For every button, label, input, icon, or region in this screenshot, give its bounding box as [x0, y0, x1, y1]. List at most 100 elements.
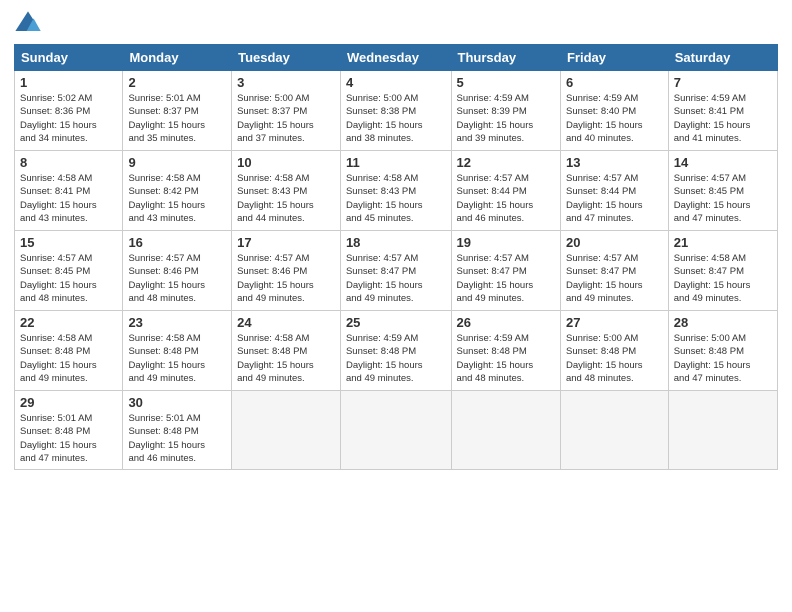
day-info: Sunrise: 4:58 AM Sunset: 8:48 PM Dayligh… [20, 332, 117, 385]
day-info: Sunrise: 4:58 AM Sunset: 8:43 PM Dayligh… [237, 172, 335, 225]
day-info: Sunrise: 4:57 AM Sunset: 8:47 PM Dayligh… [457, 252, 555, 305]
day-header-friday: Friday [560, 45, 668, 71]
day-info: Sunrise: 4:58 AM Sunset: 8:42 PM Dayligh… [128, 172, 226, 225]
day-header-tuesday: Tuesday [232, 45, 341, 71]
calendar-cell: 7 Sunrise: 4:59 AM Sunset: 8:41 PM Daylig… [668, 71, 777, 151]
day-number: 13 [566, 155, 663, 170]
day-info: Sunrise: 5:01 AM Sunset: 8:37 PM Dayligh… [128, 92, 226, 145]
calendar-cell: 15 Sunrise: 4:57 AM Sunset: 8:45 PM Dayli… [15, 231, 123, 311]
page-header [14, 10, 778, 38]
day-number: 8 [20, 155, 117, 170]
day-number: 6 [566, 75, 663, 90]
day-info: Sunrise: 4:58 AM Sunset: 8:48 PM Dayligh… [237, 332, 335, 385]
day-header-thursday: Thursday [451, 45, 560, 71]
day-info: Sunrise: 4:57 AM Sunset: 8:44 PM Dayligh… [457, 172, 555, 225]
day-info: Sunrise: 4:59 AM Sunset: 8:48 PM Dayligh… [457, 332, 555, 385]
logo-icon [14, 10, 42, 38]
day-number: 27 [566, 315, 663, 330]
calendar-cell: 19 Sunrise: 4:57 AM Sunset: 8:47 PM Dayli… [451, 231, 560, 311]
day-header-wednesday: Wednesday [340, 45, 451, 71]
calendar-cell: 10Sunrise: 4:58 AM Sunset: 8:43 PM Dayli… [232, 151, 341, 231]
day-info: Sunrise: 4:58 AM Sunset: 8:43 PM Dayligh… [346, 172, 446, 225]
day-info: Sunrise: 4:57 AM Sunset: 8:44 PM Dayligh… [566, 172, 663, 225]
day-info: Sunrise: 5:01 AM Sunset: 8:48 PM Dayligh… [20, 412, 117, 465]
calendar-cell: 9 Sunrise: 4:58 AM Sunset: 8:42 PM Daylig… [123, 151, 232, 231]
day-number: 3 [237, 75, 335, 90]
calendar-cell: 22 Sunrise: 4:58 AM Sunset: 8:48 PM Dayli… [15, 311, 123, 391]
calendar-cell: 18 Sunrise: 4:57 AM Sunset: 8:47 PM Dayli… [340, 231, 451, 311]
day-number: 12 [457, 155, 555, 170]
calendar-cell [232, 391, 341, 470]
day-number: 9 [128, 155, 226, 170]
day-number: 4 [346, 75, 446, 90]
day-info: Sunrise: 4:58 AM Sunset: 8:48 PM Dayligh… [128, 332, 226, 385]
day-number: 21 [674, 235, 772, 250]
calendar-cell [451, 391, 560, 470]
calendar-cell: 30 Sunrise: 5:01 AM Sunset: 8:48 PM Dayli… [123, 391, 232, 470]
day-info: Sunrise: 5:01 AM Sunset: 8:48 PM Dayligh… [128, 412, 226, 465]
calendar-cell: 21 Sunrise: 4:58 AM Sunset: 8:47 PM Dayli… [668, 231, 777, 311]
calendar-cell: 24 Sunrise: 4:58 AM Sunset: 8:48 PM Dayli… [232, 311, 341, 391]
calendar-cell: 26 Sunrise: 4:59 AM Sunset: 8:48 PM Dayli… [451, 311, 560, 391]
day-number: 15 [20, 235, 117, 250]
calendar-cell: 12 Sunrise: 4:57 AM Sunset: 8:44 PM Dayli… [451, 151, 560, 231]
logo [14, 10, 46, 38]
calendar-cell: 27 Sunrise: 5:00 AM Sunset: 8:48 PM Dayli… [560, 311, 668, 391]
calendar-cell: 16 Sunrise: 4:57 AM Sunset: 8:46 PM Dayli… [123, 231, 232, 311]
day-number: 14 [674, 155, 772, 170]
calendar-cell: 1 Sunrise: 5:02 AM Sunset: 8:36 PM Daylig… [15, 71, 123, 151]
day-number: 29 [20, 395, 117, 410]
day-info: Sunrise: 4:59 AM Sunset: 8:41 PM Dayligh… [674, 92, 772, 145]
calendar-cell: 2Sunrise: 5:01 AM Sunset: 8:37 PM Daylig… [123, 71, 232, 151]
calendar-cell: 14 Sunrise: 4:57 AM Sunset: 8:45 PM Dayli… [668, 151, 777, 231]
day-number: 11 [346, 155, 446, 170]
day-info: Sunrise: 4:57 AM Sunset: 8:47 PM Dayligh… [346, 252, 446, 305]
calendar-cell [560, 391, 668, 470]
calendar-cell: 28 Sunrise: 5:00 AM Sunset: 8:48 PM Dayli… [668, 311, 777, 391]
day-info: Sunrise: 4:59 AM Sunset: 8:39 PM Dayligh… [457, 92, 555, 145]
day-number: 19 [457, 235, 555, 250]
calendar-cell: 25 Sunrise: 4:59 AM Sunset: 8:48 PM Dayli… [340, 311, 451, 391]
day-info: Sunrise: 4:59 AM Sunset: 8:40 PM Dayligh… [566, 92, 663, 145]
day-number: 5 [457, 75, 555, 90]
calendar-cell: 13 Sunrise: 4:57 AM Sunset: 8:44 PM Dayli… [560, 151, 668, 231]
day-number: 24 [237, 315, 335, 330]
day-number: 30 [128, 395, 226, 410]
calendar-cell: 17 Sunrise: 4:57 AM Sunset: 8:46 PM Dayli… [232, 231, 341, 311]
day-number: 23 [128, 315, 226, 330]
day-info: Sunrise: 4:58 AM Sunset: 8:41 PM Dayligh… [20, 172, 117, 225]
calendar-cell: 23 Sunrise: 4:58 AM Sunset: 8:48 PM Dayli… [123, 311, 232, 391]
day-header-monday: Monday [123, 45, 232, 71]
day-header-saturday: Saturday [668, 45, 777, 71]
day-info: Sunrise: 4:57 AM Sunset: 8:46 PM Dayligh… [237, 252, 335, 305]
day-number: 17 [237, 235, 335, 250]
calendar-cell: 3 Sunrise: 5:00 AM Sunset: 8:37 PM Daylig… [232, 71, 341, 151]
day-info: Sunrise: 5:00 AM Sunset: 8:37 PM Dayligh… [237, 92, 335, 145]
day-number: 18 [346, 235, 446, 250]
calendar-table: SundayMondayTuesdayWednesdayThursdayFrid… [14, 44, 778, 470]
calendar-cell: 20Sunrise: 4:57 AM Sunset: 8:47 PM Dayli… [560, 231, 668, 311]
day-info: Sunrise: 5:00 AM Sunset: 8:38 PM Dayligh… [346, 92, 446, 145]
day-info: Sunrise: 4:59 AM Sunset: 8:48 PM Dayligh… [346, 332, 446, 385]
calendar-cell: 29 Sunrise: 5:01 AM Sunset: 8:48 PM Dayli… [15, 391, 123, 470]
day-number: 25 [346, 315, 446, 330]
day-number: 22 [20, 315, 117, 330]
day-info: Sunrise: 5:00 AM Sunset: 8:48 PM Dayligh… [566, 332, 663, 385]
day-header-sunday: Sunday [15, 45, 123, 71]
day-info: Sunrise: 5:02 AM Sunset: 8:36 PM Dayligh… [20, 92, 117, 145]
day-info: Sunrise: 4:57 AM Sunset: 8:45 PM Dayligh… [674, 172, 772, 225]
day-number: 16 [128, 235, 226, 250]
day-info: Sunrise: 4:57 AM Sunset: 8:46 PM Dayligh… [128, 252, 226, 305]
calendar-cell: 5 Sunrise: 4:59 AM Sunset: 8:39 PM Daylig… [451, 71, 560, 151]
calendar-cell [340, 391, 451, 470]
day-info: Sunrise: 4:57 AM Sunset: 8:47 PM Dayligh… [566, 252, 663, 305]
day-info: Sunrise: 4:57 AM Sunset: 8:45 PM Dayligh… [20, 252, 117, 305]
day-number: 26 [457, 315, 555, 330]
day-number: 28 [674, 315, 772, 330]
calendar-cell: 6 Sunrise: 4:59 AM Sunset: 8:40 PM Daylig… [560, 71, 668, 151]
day-info: Sunrise: 4:58 AM Sunset: 8:47 PM Dayligh… [674, 252, 772, 305]
day-number: 7 [674, 75, 772, 90]
day-info: Sunrise: 5:00 AM Sunset: 8:48 PM Dayligh… [674, 332, 772, 385]
day-number: 1 [20, 75, 117, 90]
calendar-cell [668, 391, 777, 470]
